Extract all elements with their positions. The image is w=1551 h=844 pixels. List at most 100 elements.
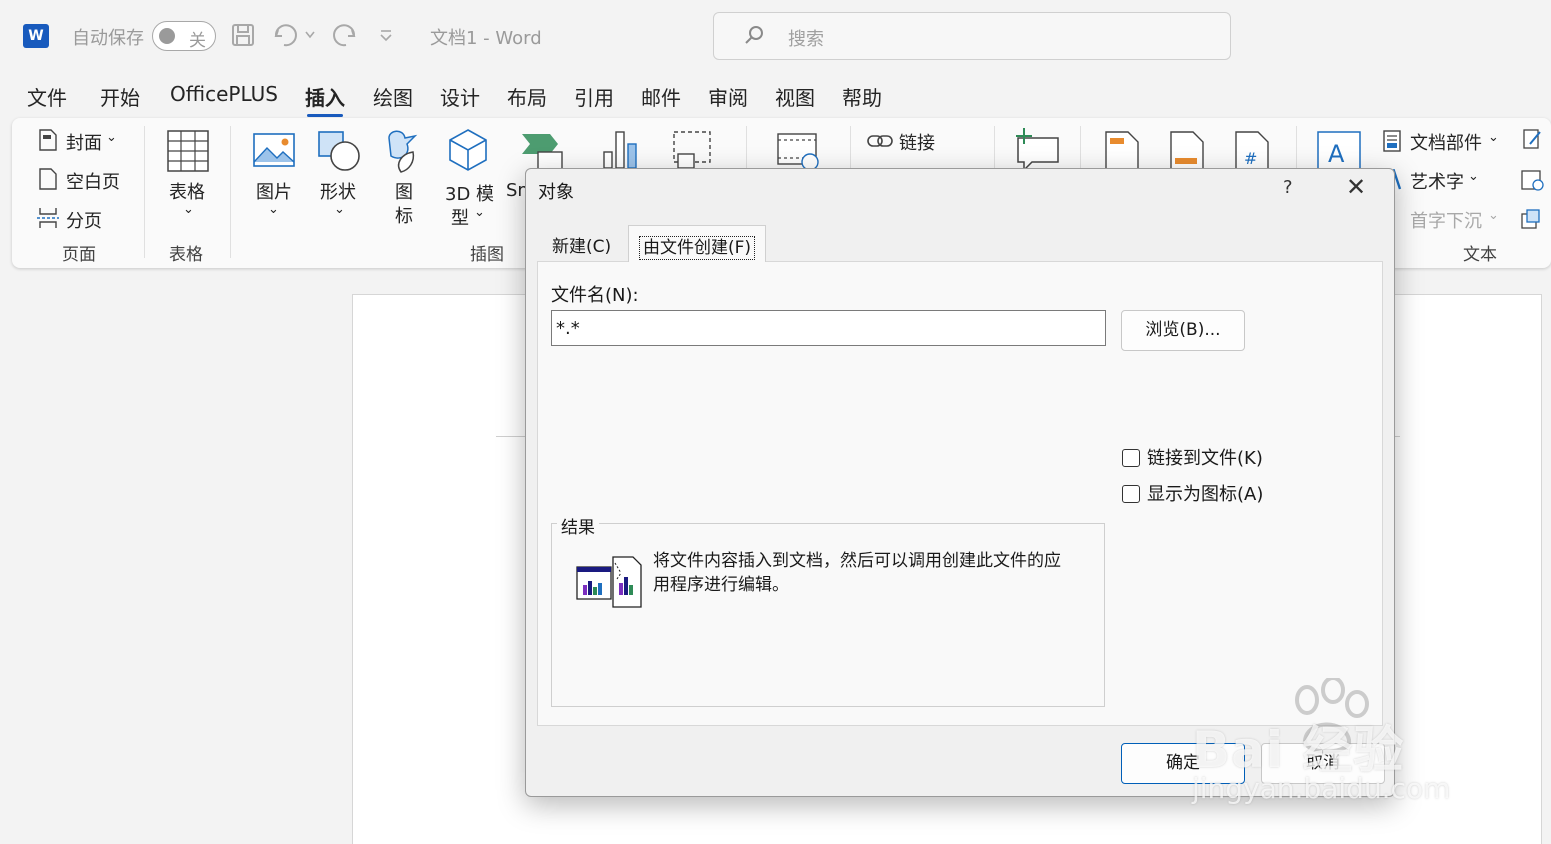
autosave-toggle[interactable]: 关 (152, 21, 216, 51)
menu-layout[interactable]: 布局 (507, 82, 547, 111)
menu-file[interactable]: 文件 (27, 82, 67, 111)
smartart-icon (522, 134, 563, 171)
ribbon-separator (144, 126, 145, 258)
3d-model-icon (449, 129, 487, 171)
wordart-label: 艺术字 (1410, 172, 1464, 193)
menu-draw[interactable]: 绘图 (373, 82, 413, 111)
online-video-icon[interactable] (776, 132, 822, 172)
drop-cap-label: 首字下沉 (1410, 211, 1482, 232)
dialog-title: 对象 (538, 182, 574, 203)
help-icon[interactable]: ? (1283, 177, 1293, 198)
embedded-object-icon (576, 556, 642, 608)
footer-icon[interactable] (1169, 130, 1205, 172)
page-number-icon[interactable]: # (1234, 130, 1270, 172)
chevron-down-icon: ⌄ (334, 202, 345, 217)
undo-dropdown-icon[interactable] (304, 30, 316, 40)
customize-quick-access-icon[interactable] (378, 28, 394, 44)
cover-page-icon (39, 129, 57, 151)
filename-label: 文件名(N): (551, 285, 639, 306)
menu-officeplus[interactable]: OfficePLUS (170, 82, 278, 106)
screenshot-icon[interactable] (672, 130, 716, 170)
toggle-knob (159, 28, 175, 44)
menu-design[interactable]: 设计 (440, 82, 480, 111)
chevron-down-icon: ⌄ (474, 205, 485, 220)
checkbox-box (1122, 485, 1140, 503)
menu-insert[interactable]: 插入 (305, 82, 345, 117)
link-icon (867, 135, 893, 147)
browse-button[interactable]: 浏览(B)... (1121, 310, 1245, 351)
picture-icon (253, 133, 295, 167)
close-icon[interactable]: ✕ (1346, 175, 1366, 199)
signature-line-icon[interactable] (1522, 128, 1544, 152)
cover-label: 封面 (66, 133, 102, 154)
document-title: 文档1 - Word (430, 28, 542, 49)
svg-text:#: # (1244, 149, 1257, 168)
menu-home[interactable]: 开始 (100, 82, 140, 111)
link-label: 链接 (899, 133, 935, 154)
icons-icon (388, 130, 418, 173)
filename-input[interactable] (551, 310, 1106, 346)
icons-label-1: 图 (395, 182, 413, 203)
page-break-label: 分页 (66, 211, 102, 232)
object-icon[interactable] (1520, 208, 1542, 230)
group-label-tables: 表格 (169, 245, 203, 265)
word-logo-icon: W (23, 24, 49, 48)
tab-create-new-label: 新建(C) (552, 237, 612, 257)
shapes-label: 形状 (320, 182, 356, 203)
header-icon[interactable] (1104, 130, 1140, 172)
comment-icon[interactable] (1012, 128, 1060, 172)
result-description: 将文件内容插入到文档，然后可以调用创建此文件的应用程序进行编辑。 (653, 551, 1061, 595)
tab-create-new[interactable]: 新建(C) (542, 225, 621, 261)
chevron-down-icon: ⌄ (183, 202, 194, 217)
display-as-icon-checkbox[interactable]: 显示为图标(A) (1122, 480, 1263, 506)
3d-model-label-2: 型 (451, 208, 469, 229)
menu-bar: 文件 开始 OfficePLUS 插入 绘图 设计 布局 引用 邮件 审阅 视图… (0, 78, 1551, 117)
tab-create-from-file[interactable]: 由文件创建(F) (628, 225, 767, 262)
checkbox-box (1122, 449, 1140, 467)
menu-view[interactable]: 视图 (775, 82, 815, 111)
icons-label-2: 标 (395, 206, 413, 227)
search-placeholder: 搜索 (788, 29, 824, 50)
blank-page-icon (39, 168, 57, 190)
picture-label: 图片 (256, 182, 292, 203)
search-box[interactable]: 搜索 (713, 12, 1231, 60)
chevron-down-icon: ⌄ (1468, 169, 1479, 184)
chevron-down-icon: ⌄ (1488, 208, 1499, 223)
link-to-file-checkbox[interactable]: 链接到文件(K) (1122, 444, 1263, 470)
object-dialog: 对象 ? ✕ 新建(C) 由文件创建(F) 文件名(N): 浏览(B)... 链… (525, 168, 1395, 797)
menu-review[interactable]: 审阅 (708, 82, 748, 111)
redo-icon[interactable] (330, 22, 358, 48)
result-label: 结果 (557, 513, 599, 538)
chevron-down-icon: ⌄ (1488, 130, 1499, 145)
autosave-toggle-state: 关 (189, 31, 206, 51)
table-icon (167, 130, 209, 172)
shapes-icon (318, 131, 360, 171)
menu-references[interactable]: 引用 (574, 82, 614, 111)
display-as-icon-label: 显示为图标(A) (1147, 484, 1264, 505)
table-label: 表格 (169, 182, 205, 203)
undo-icon[interactable] (272, 22, 300, 48)
ribbon-separator (230, 126, 231, 258)
save-icon[interactable] (230, 22, 256, 48)
chevron-down-icon: ⌄ (268, 202, 279, 217)
3d-model-label-1: 3D 模 (445, 184, 495, 205)
autosave-label: 自动保存 (72, 28, 144, 49)
chart-icon[interactable] (602, 130, 642, 170)
search-icon (745, 26, 763, 44)
tab-create-from-file-label: 由文件创建(F) (639, 236, 756, 260)
watermark-url: jingyan.baidu.com (1192, 772, 1451, 805)
page-break-icon (37, 208, 59, 228)
menu-mailings[interactable]: 邮件 (641, 82, 681, 111)
link-to-file-label: 链接到文件(K) (1147, 448, 1263, 469)
chevron-down-icon: ⌄ (106, 130, 117, 145)
document-parts-icon (1383, 130, 1401, 152)
group-label-illustrations: 插图 (470, 245, 504, 265)
group-label-text: 文本 (1463, 245, 1497, 265)
title-bar: W 自动保存 关 文档1 - Word 搜索 (0, 0, 1551, 72)
blank-page-label: 空白页 (66, 172, 120, 193)
group-label-pages: 页面 (62, 245, 96, 265)
doc-parts-label: 文档部件 (1410, 133, 1482, 154)
svg-text:A: A (1328, 140, 1345, 168)
menu-help[interactable]: 帮助 (842, 82, 882, 111)
date-time-icon[interactable] (1520, 168, 1544, 192)
